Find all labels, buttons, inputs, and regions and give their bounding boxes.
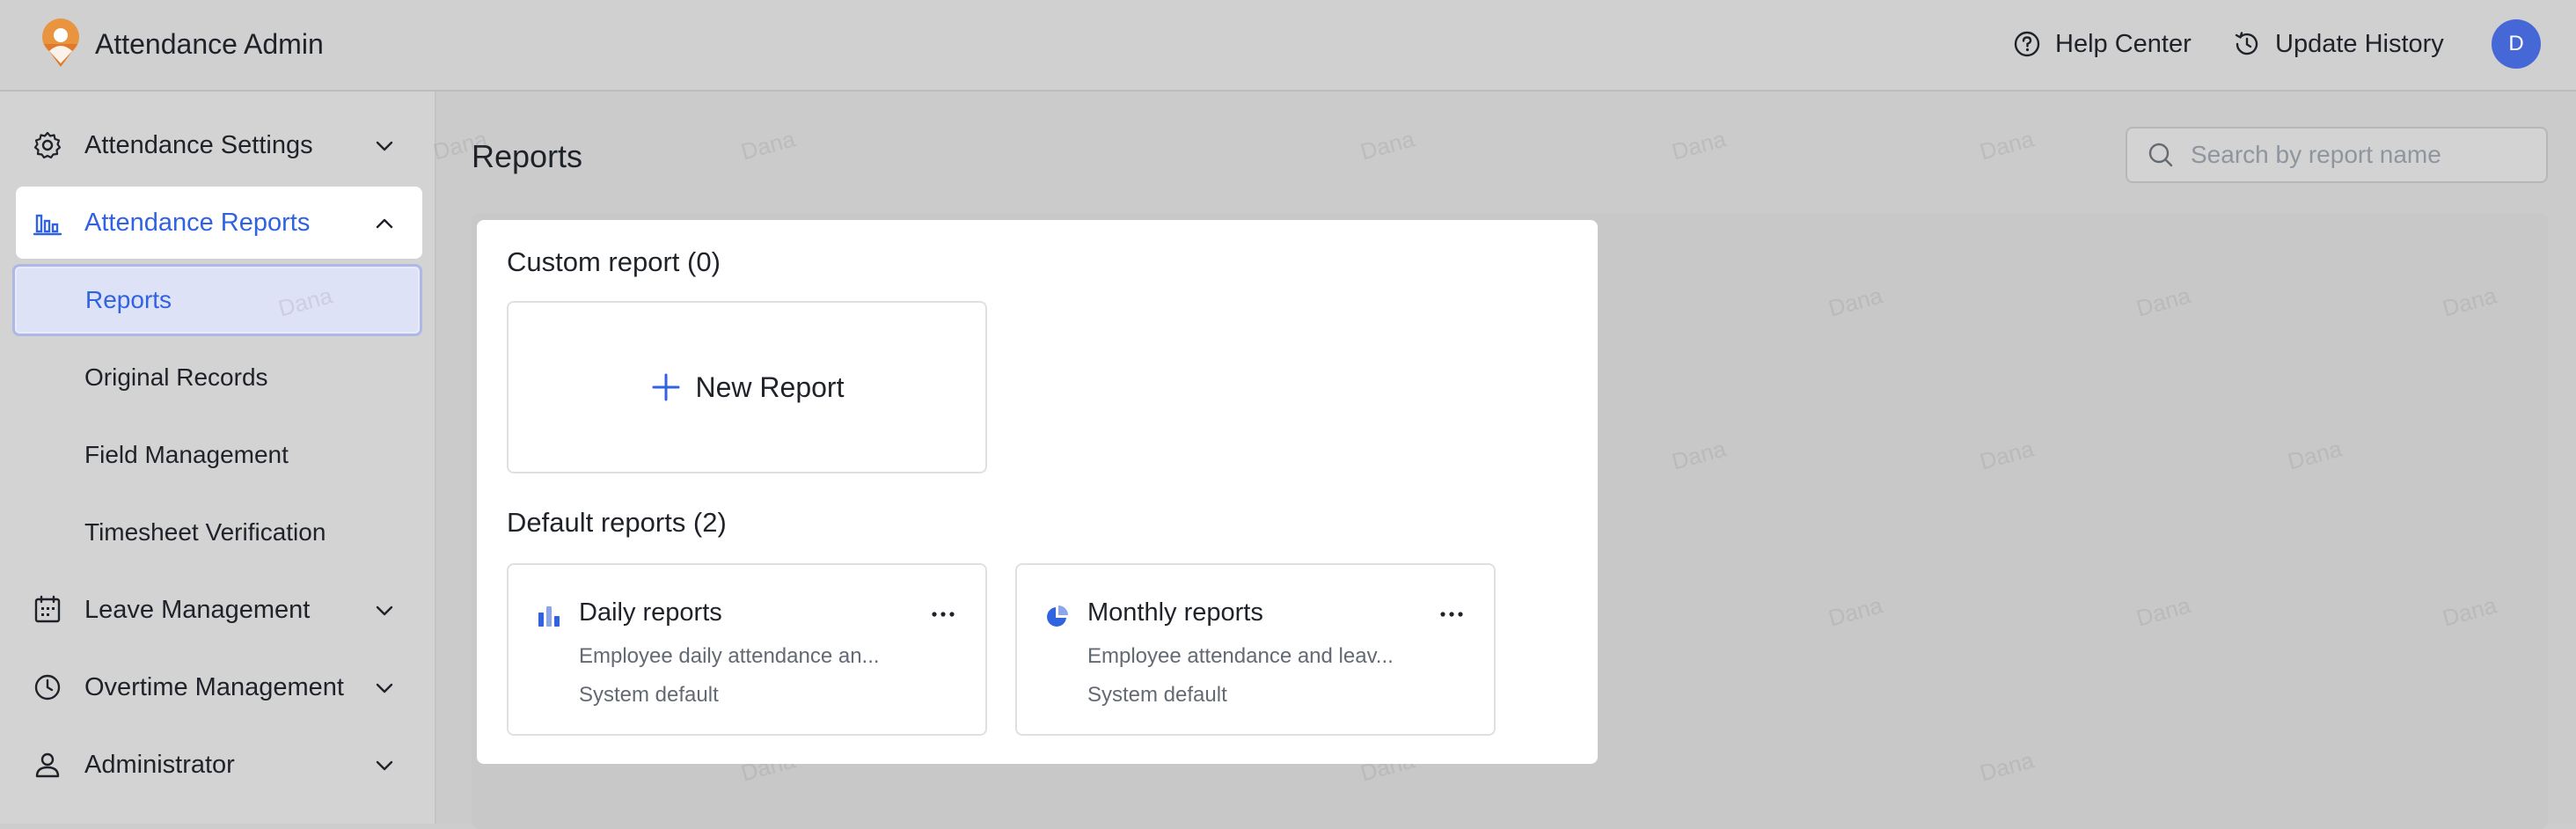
sidebar-item-overtime-management[interactable]: Overtime Management (16, 651, 422, 723)
search-box[interactable] (2126, 127, 2548, 183)
history-icon (2235, 32, 2258, 55)
clock-icon (34, 674, 61, 701)
help-center-link[interactable]: Help Center (2013, 26, 2192, 62)
report-card-description: Employee attendance and leav... (1087, 644, 1394, 668)
app-title: Attendance Admin (95, 28, 324, 60)
gear-icon (33, 131, 62, 159)
custom-report-section-title: Custom report (0) (507, 246, 721, 277)
user-icon (35, 752, 60, 778)
reports-panel: Custom report (0) New Report Default rep… (477, 220, 1598, 764)
help-circle-icon (2014, 31, 2040, 57)
sidebar-item-label: Attendance Reports (84, 208, 311, 237)
default-report-section-title: Default reports (2) (507, 507, 727, 538)
sidebar-item-leave-management[interactable]: Leave Management (16, 574, 422, 646)
update-history-link[interactable]: Update History (2233, 26, 2444, 62)
sidebar-item-attendance-settings[interactable]: Attendance Settings (16, 109, 422, 181)
sidebar-subitem-reports[interactable]: Reports (12, 264, 422, 336)
sidebar-subitem-label: Reports (85, 286, 172, 313)
sidebar-item-label: Leave Management (84, 595, 311, 624)
sidebar-item-label: Overtime Management (84, 672, 344, 701)
sidebar-item-attendance-reports[interactable]: Attendance Reports (16, 187, 422, 259)
sidebar-subitem-original-records[interactable]: Original Records (16, 341, 422, 414)
bar-chart-icon (538, 606, 560, 627)
new-report-button[interactable]: New Report (507, 301, 987, 473)
more-icon[interactable] (1438, 600, 1466, 628)
report-card-description: Employee daily attendance an... (579, 644, 880, 668)
chevron-up-icon (376, 218, 393, 229)
sidebar: Attendance Settings Attendance Reports R… (0, 92, 436, 824)
chevron-down-icon (376, 760, 393, 771)
sidebar-item-administrator[interactable]: Administrator (16, 729, 422, 801)
more-icon[interactable] (929, 600, 957, 628)
page-title: Reports (472, 138, 583, 174)
search-icon (2148, 143, 2173, 167)
chevron-down-icon (376, 683, 393, 693)
report-card-meta: System default (579, 683, 719, 707)
search-input[interactable] (2189, 140, 2523, 170)
bar-chart-icon (33, 214, 62, 236)
report-card-meta: System default (1087, 683, 1227, 707)
report-card-monthly[interactable]: Monthly reports Employee attendance and … (1015, 563, 1496, 736)
chevron-down-icon (376, 605, 393, 616)
pie-chart-icon (1047, 605, 1068, 627)
sidebar-item-label: Attendance Settings (84, 130, 313, 159)
sidebar-subitem-timesheet-verification[interactable]: Timesheet Verification (16, 496, 422, 569)
chevron-down-icon (376, 141, 393, 151)
report-card-title: Monthly reports (1087, 598, 1263, 627)
calendar-icon (34, 595, 61, 623)
plus-icon (652, 373, 680, 401)
help-center-label: Help Center (2055, 29, 2192, 58)
sidebar-subitem-label: Timesheet Verification (84, 518, 326, 546)
sidebar-subitem-label: Original Records (84, 363, 268, 391)
report-card-title: Daily reports (579, 598, 722, 627)
new-report-label: New Report (695, 370, 845, 403)
update-history-label: Update History (2275, 29, 2444, 58)
top-bar: Attendance Admin Help Center Update Hist… (0, 0, 2576, 92)
app-logo-icon (42, 18, 79, 67)
sidebar-item-label: Administrator (84, 750, 235, 779)
report-card-daily[interactable]: Daily reports Employee daily attendance … (507, 563, 987, 736)
sidebar-subitem-field-management[interactable]: Field Management (16, 419, 422, 491)
avatar[interactable]: D (2492, 19, 2541, 69)
sidebar-subitem-label: Field Management (84, 441, 289, 468)
